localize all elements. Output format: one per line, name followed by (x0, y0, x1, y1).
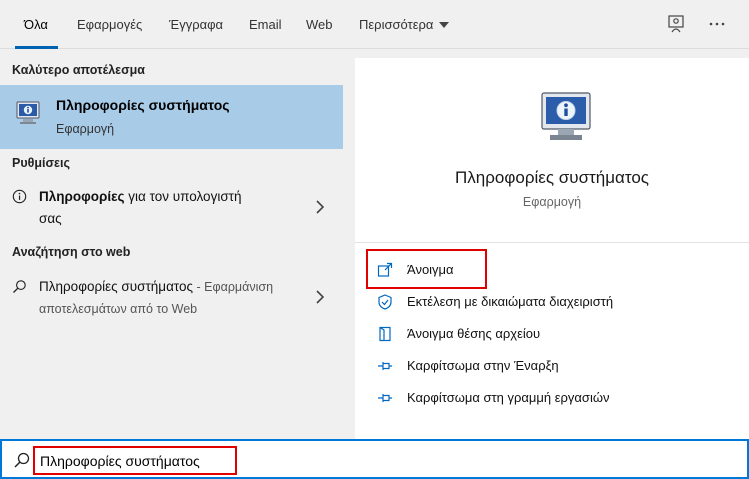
web-search-text: Πληροφορίες συστήματος - Εφαρμάνιση αποτ… (39, 276, 299, 320)
highlight-box-search (33, 446, 237, 475)
web-search-query: Πληροφορίες συστήματος (39, 279, 194, 294)
open-file-location-label: Άνοιγμα θέσης αρχείου (407, 326, 541, 341)
chevron-right-icon[interactable] (315, 290, 325, 304)
settings-item-text: Πληροφορίες για τον υπολογιστή σας (39, 186, 299, 230)
settings-item-rest: για τον υπολογιστή (124, 189, 242, 204)
system-info-icon (16, 101, 40, 124)
tab-apps[interactable]: Εφαρμογές (77, 0, 142, 49)
highlight-box-open (366, 249, 487, 289)
run-as-admin-action[interactable]: Εκτέλεση με δικαιώματα διαχειριστή (377, 291, 737, 313)
search-icon (14, 452, 30, 468)
pin-icon (378, 362, 392, 370)
best-match-header: Καλύτερο αποτέλεσμα (12, 63, 145, 77)
best-match-title: Πληροφορίες συστήματος (56, 97, 230, 113)
tab-more[interactable]: Περισσότερα (359, 0, 450, 49)
web-search-hint: - Εφαρμάνιση (193, 280, 274, 294)
preview-title: Πληροφορίες συστήματος (455, 168, 649, 187)
more-options-icon[interactable] (707, 14, 727, 34)
tab-email[interactable]: Email (249, 0, 282, 49)
settings-item-bold: Πληροφορίες (39, 189, 125, 204)
results-list: Καλύτερο αποτέλεσμα Πληροφορίες συστήματ… (0, 49, 343, 439)
settings-header: Ρυθμίσεις (12, 156, 70, 170)
tab-web[interactable]: Web (306, 0, 333, 49)
tab-more-label: Περισσότερα (359, 17, 434, 32)
best-match-subtitle: Εφαρμογή (56, 122, 115, 136)
pin-to-taskbar-label: Καρφίτσωμα στη γραμμή εργασιών (407, 390, 610, 405)
pin-to-taskbar-action[interactable]: Καρφίτσωμα στη γραμμή εργασιών (377, 387, 737, 409)
settings-item[interactable]: Πληροφορίες για τον υπολογιστή σας (0, 183, 343, 231)
chevron-down-icon (439, 21, 450, 28)
preview-subtitle: Εφαρμογή (522, 195, 582, 209)
tab-documents[interactable]: Έγγραφα (169, 0, 223, 49)
settings-item-line2: σας (39, 211, 62, 226)
best-match-item[interactable]: Πληροφορίες συστήματος Εφαρμογή (0, 85, 343, 149)
divider (355, 242, 749, 243)
run-as-admin-label: Εκτέλεση με δικαιώματα διαχειριστή (407, 294, 614, 309)
preview-pane: Πληροφορίες συστήματος Εφαρμογή Άνοιγμα … (355, 58, 749, 439)
feedback-icon[interactable] (666, 14, 686, 34)
folder-location-icon (379, 326, 391, 342)
open-file-location-action[interactable]: Άνοιγμα θέσης αρχείου (377, 323, 737, 345)
pin-to-start-action[interactable]: Καρφίτσωμα στην Έναρξη (377, 355, 737, 377)
shield-icon (378, 294, 392, 310)
web-search-line2: αποτελεσμάτων από το Web (39, 302, 198, 316)
pin-to-start-label: Καρφίτσωμα στην Έναρξη (407, 358, 559, 373)
pin-icon (378, 394, 392, 402)
system-info-icon (541, 92, 591, 140)
info-icon (12, 189, 27, 204)
search-bar[interactable] (0, 439, 749, 479)
top-tab-bar: Όλα Εφαρμογές Έγγραφα Email Web Περισσότ… (0, 0, 749, 49)
web-search-item[interactable]: Πληροφορίες συστήματος - Εφαρμάνιση αποτ… (0, 273, 343, 321)
search-icon (13, 280, 26, 293)
chevron-right-icon[interactable] (315, 200, 325, 214)
web-search-header: Αναζήτηση στο web (12, 245, 131, 259)
tab-all[interactable]: Όλα (15, 0, 58, 49)
